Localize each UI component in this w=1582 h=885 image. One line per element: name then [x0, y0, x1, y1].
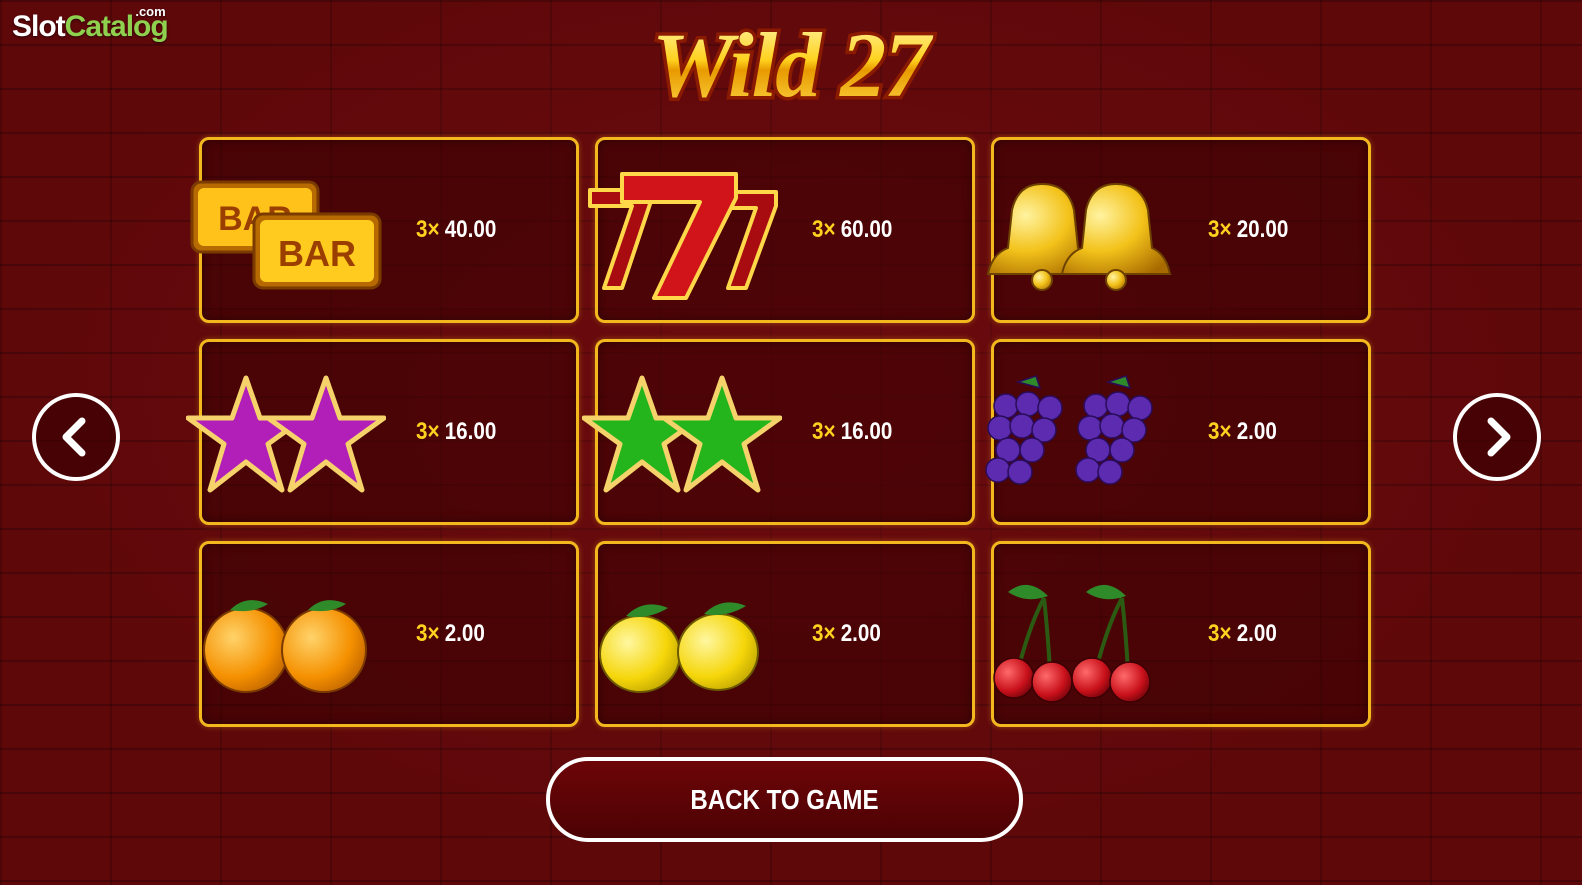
payout-value: 2.00	[444, 620, 485, 647]
paytable-grid: BAR BAR 3×40.00 3×60.00	[186, 137, 1371, 727]
payout-text: 3× 20.00	[1208, 216, 1288, 244]
game-logo-text: Wild 27	[652, 14, 935, 116]
purple-star-icon	[186, 375, 386, 493]
chevron-left-icon	[62, 417, 86, 457]
payout-value: 20.00	[1236, 216, 1289, 243]
payout-value: 2.00	[840, 620, 881, 647]
multiplier-label: 3×	[812, 620, 836, 647]
cherry-icon	[993, 584, 1151, 703]
paytable-cell-seven: 3× 60.00	[588, 137, 975, 323]
svg-text:BAR: BAR	[278, 233, 356, 274]
bell-icon	[986, 182, 1172, 291]
chevron-right-icon	[1487, 417, 1511, 457]
multiplier-label: 3×	[416, 418, 440, 445]
payout-value: 2.00	[1236, 620, 1277, 647]
paytable-cell-green-star: 3× 16.00	[582, 339, 975, 525]
multiplier-label: 3×	[1208, 418, 1232, 445]
paytable-cell-cherry: 3× 2.00	[991, 541, 1371, 727]
payout-text: 3× 16.00	[416, 418, 496, 446]
payout-text: 3× 60.00	[812, 216, 892, 244]
grapes-icon	[985, 375, 1153, 485]
green-star-icon	[582, 375, 782, 493]
back-to-game-label: BACK TO GAME	[690, 784, 879, 815]
seven-icon	[588, 172, 778, 300]
prev-page-button[interactable]	[32, 393, 120, 481]
watermark-slot-text: Slot	[12, 10, 66, 43]
lemon-icon	[599, 602, 759, 693]
payout-value: 16.00	[444, 418, 497, 445]
back-to-game-button[interactable]: BACK TO GAME	[546, 757, 1023, 842]
game-logo: Wild 27	[648, 11, 940, 120]
multiplier-label: 3×	[812, 418, 836, 445]
slotcatalog-watermark: SlotCatalog .com	[12, 4, 169, 44]
payout-text: 3× 2.00	[416, 620, 485, 648]
paytable-cell-purple-star: 3× 16.00	[186, 339, 579, 525]
multiplier-label: 3×	[812, 216, 836, 243]
watermark-domain-suffix: .com	[135, 4, 166, 19]
payout-text: 3× 2.00	[1208, 620, 1277, 648]
paytable-cell-grapes: 3× 2.00	[985, 339, 1371, 525]
payout-text: 3× 2.00	[1208, 418, 1277, 446]
payout-value: 2.00	[1236, 418, 1277, 445]
paytable-cell-orange: 3× 2.00	[199, 541, 579, 727]
next-page-button[interactable]	[1453, 393, 1541, 481]
payout-value: 60.00	[840, 216, 893, 243]
payout-text: 3× 40.00	[416, 216, 496, 244]
bar-icon: BAR BAR	[190, 180, 382, 290]
payout-value: 40.00	[444, 216, 497, 243]
multiplier-label: 3×	[1208, 216, 1232, 243]
payout-text: 3× 2.00	[812, 620, 881, 648]
paytable-cell-bar: BAR BAR 3×40.00	[190, 137, 579, 323]
multiplier-label: 3×	[1208, 620, 1232, 647]
multiplier-label: 3×	[416, 216, 440, 243]
paytable-cell-bell: 3× 20.00	[986, 137, 1371, 323]
multiplier-label: 3×	[416, 620, 440, 647]
payout-text: 3× 16.00	[812, 418, 892, 446]
paytable-cell-lemon: 3× 2.00	[595, 541, 975, 727]
orange-icon	[203, 600, 367, 693]
payout-value: 16.00	[840, 418, 893, 445]
